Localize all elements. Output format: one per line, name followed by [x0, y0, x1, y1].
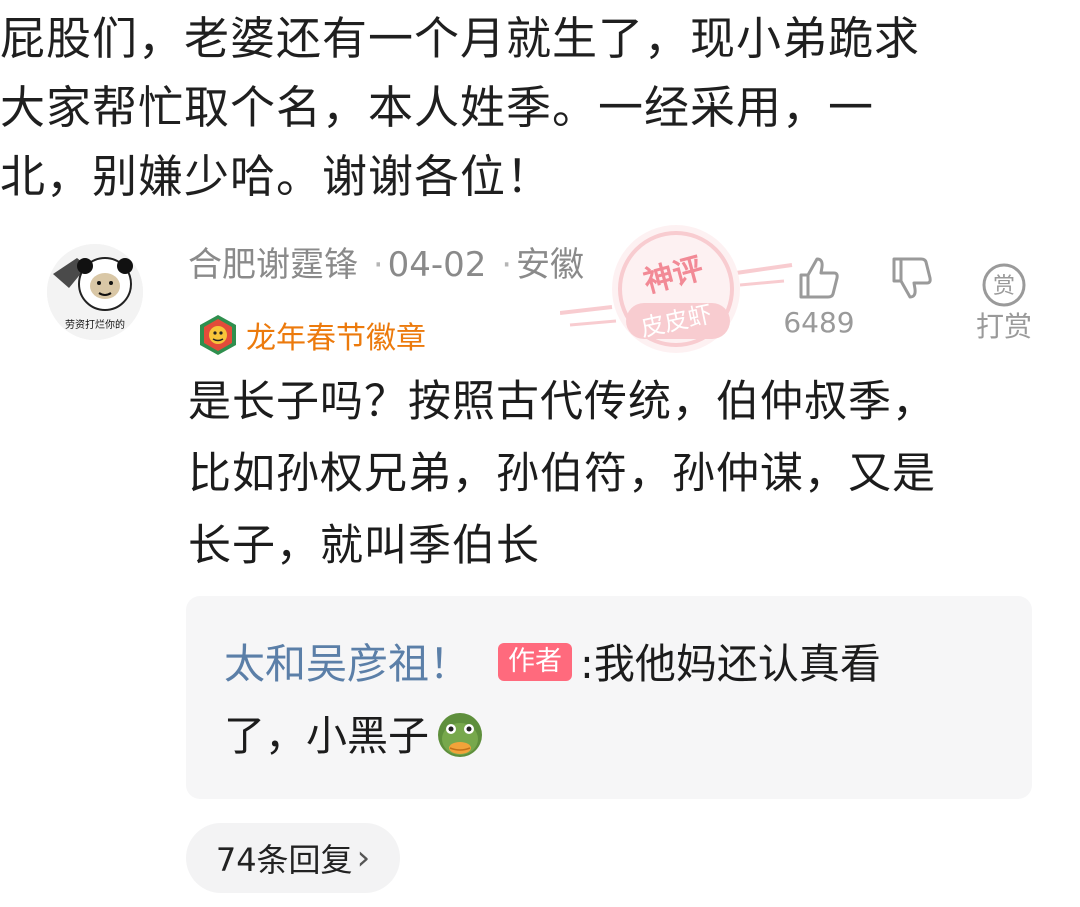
comment-text: 是长子吗？按照古代传统，伯仲叔季， 比如孙权兄弟，孙伯符，孙仲谋，又是 长子，就…: [188, 366, 1048, 582]
avatar-caption: 劳资打烂你的: [65, 318, 125, 331]
comment-line: 长子，就叫季伯长: [188, 521, 540, 571]
reply-text: 了，小黑子: [224, 712, 429, 760]
comment-meta: 合肥谢霆锋 · 04-02 · 安徽: [188, 240, 584, 290]
reply-line: 了，小黑子: [224, 706, 487, 766]
meta-separator: ·: [372, 245, 384, 285]
reply-preview[interactable]: 太和吴彦祖！ 作者:我他妈还认真看 了，小黑子: [186, 596, 1032, 799]
username[interactable]: 合肥谢霆锋: [188, 245, 358, 285]
like-button[interactable]: 6489: [774, 254, 864, 338]
tip-button[interactable]: 赏 打赏: [960, 262, 1048, 342]
tip-coin-icon: 赏: [982, 263, 1026, 307]
dislike-button[interactable]: [870, 254, 954, 306]
comment-line: 是长子吗？按照古代传统，伯仲叔季，: [188, 377, 936, 427]
post-line: 北，别嫌少哈。谢谢各位！: [0, 150, 553, 203]
god-comment-stamp: 神评 皮皮虾: [560, 225, 793, 353]
chicken-face-emoji: [438, 713, 482, 757]
post-line: 屁股们，老婆还有一个月就生了，现小弟跪求: [0, 12, 921, 65]
thumbs-down-icon: [892, 257, 932, 299]
tip-icon-glyph: 赏: [993, 274, 1015, 299]
tip-label: 打赏: [975, 310, 1032, 343]
reply-text: :我他妈还认真看: [580, 640, 881, 688]
chevron-right-icon: ›: [356, 838, 371, 878]
author-tag: 作者: [498, 643, 572, 681]
more-replies-button[interactable]: 74条回复 ›: [186, 823, 400, 893]
meta-separator: ·: [501, 245, 513, 285]
reply-author[interactable]: 太和吴彦祖！: [224, 640, 470, 688]
medal-name: 龙年春节徽章: [246, 321, 426, 356]
post-text: 屁股们，老婆还有一个月就生了，现小弟跪求 大家帮忙取个名，本人姓季。一经采用，一…: [0, 4, 1070, 211]
like-count: 6489: [783, 306, 855, 339]
medal-badge[interactable]: 龙年春节徽章: [198, 312, 426, 358]
more-replies-label: 74条回复: [215, 841, 353, 879]
reply-line: 太和吴彦祖！ 作者:我他妈还认真看: [224, 634, 881, 694]
comment-date: 04-02: [387, 245, 487, 285]
avatar[interactable]: 劳资打烂你的: [47, 244, 143, 340]
post-line: 大家帮忙取个名，本人姓季。一经采用，一: [0, 81, 875, 134]
dragon-medal-icon: [200, 315, 236, 355]
avatar-image: 劳资打烂你的: [47, 244, 143, 340]
thumbs-up-icon: [799, 257, 839, 299]
comment-line: 比如孙权兄弟，孙伯符，孙仲谋，又是: [188, 449, 936, 499]
